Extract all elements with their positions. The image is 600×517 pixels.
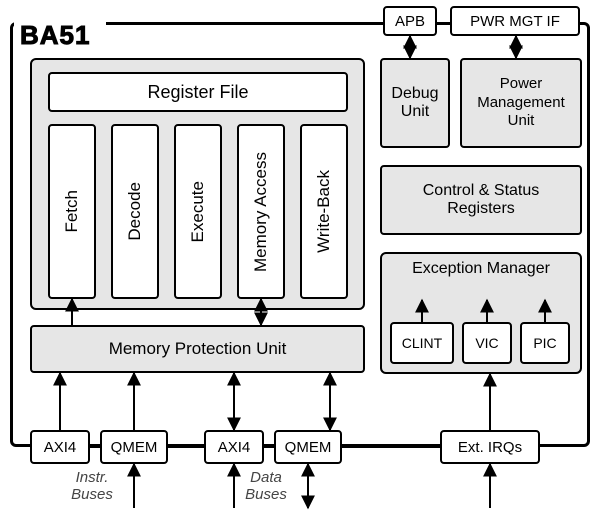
qmem-instr: QMEM	[100, 430, 168, 464]
vic-box: VIC	[462, 322, 512, 364]
diagram-root: BA51 APB PWR MGT IF Register File Fetch …	[0, 0, 600, 517]
stage-execute-label: Execute	[188, 181, 208, 242]
stage-write-back-label: Write-Back	[314, 170, 334, 253]
clint-box: CLINT	[390, 322, 454, 364]
mpu-box: Memory Protection Unit	[30, 325, 365, 373]
apb-box: APB	[383, 6, 437, 36]
stage-memory-access-label: Memory Access	[251, 152, 271, 272]
stage-execute: Execute	[174, 124, 222, 299]
stage-decode-label: Decode	[125, 182, 145, 241]
register-file: Register File	[48, 72, 348, 112]
qmem-data: QMEM	[274, 430, 342, 464]
stage-decode: Decode	[111, 124, 159, 299]
ext-irqs: Ext. IRQs	[440, 430, 540, 464]
instr-buses-caption: Instr. Buses	[62, 470, 122, 503]
axi4-instr: AXI4	[30, 430, 90, 464]
axi4-data: AXI4	[204, 430, 264, 464]
data-buses-caption: Data Buses	[236, 470, 296, 503]
power-mgmt-unit: Power Management Unit	[460, 58, 582, 148]
stage-memory-access: Memory Access	[237, 124, 285, 299]
pwr-mgt-if-box: PWR MGT IF	[450, 6, 580, 36]
stage-fetch: Fetch	[48, 124, 96, 299]
pic-box: PIC	[520, 322, 570, 364]
csr-box: Control & Status Registers	[380, 165, 582, 235]
exception-manager-label: Exception Manager	[380, 260, 582, 278]
stage-fetch-label: Fetch	[62, 190, 82, 233]
chip-title: BA51	[20, 20, 90, 51]
stage-write-back: Write-Back	[300, 124, 348, 299]
debug-unit: Debug Unit	[380, 58, 450, 148]
